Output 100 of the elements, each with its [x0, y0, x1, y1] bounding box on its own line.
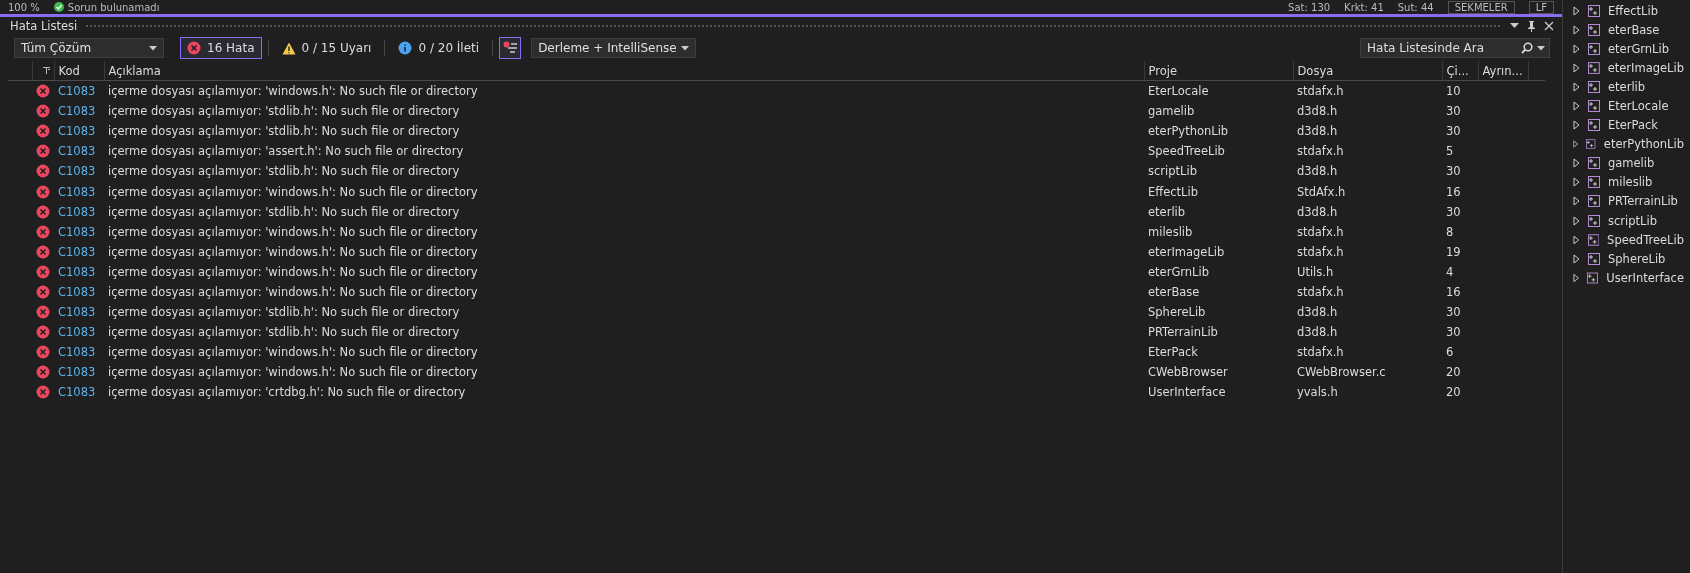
error-icon: [36, 285, 50, 299]
tree-item[interactable]: eterBase: [1563, 20, 1690, 40]
column-header[interactable]: Dosya: [1293, 61, 1442, 81]
tree-item[interactable]: eterlib: [1563, 77, 1690, 97]
error-icon: [36, 224, 50, 239]
table-cell-text: d3d8.h: [1296, 123, 1339, 141]
tree-item[interactable]: mileslib: [1563, 172, 1690, 192]
expand-icon[interactable]: [1573, 43, 1580, 54]
error-code[interactable]: C1083: [54, 181, 104, 202]
column-header[interactable]: Kod: [54, 61, 104, 81]
error-code[interactable]: C1083: [54, 261, 104, 282]
table-cell-text: eterlib: [1147, 203, 1187, 221]
table-cell-text: 30: [1445, 304, 1462, 322]
expand-icon[interactable]: [1573, 196, 1580, 207]
expand-icon[interactable]: [1573, 5, 1580, 16]
tree-item[interactable]: EterLocale: [1563, 96, 1690, 116]
close-icon[interactable]: [1544, 21, 1554, 31]
table-cell-text: gamelib: [1147, 103, 1196, 121]
sort-icon[interactable]: [42, 67, 50, 74]
source-dropdown[interactable]: Derleme + IntelliSense: [531, 38, 697, 58]
tree-item[interactable]: SphereLib: [1563, 249, 1690, 269]
tree-item[interactable]: eterGrnLib: [1563, 39, 1690, 59]
column-header[interactable]: Proje: [1144, 61, 1293, 81]
table-cell-text: eterImageLib: [1147, 243, 1226, 261]
error-icon: [36, 385, 50, 400]
error-code[interactable]: C1083: [54, 342, 104, 363]
tree-item[interactable]: eterImageLib: [1563, 58, 1690, 78]
pin-icon[interactable]: [1527, 20, 1536, 32]
search-icon[interactable]: [1521, 42, 1533, 54]
error-code[interactable]: C1083: [54, 221, 104, 242]
dropdown-icon[interactable]: [1510, 23, 1519, 29]
error-code[interactable]: C1083: [54, 161, 104, 182]
char-indicator: Krkt: 41: [1344, 1, 1384, 13]
warning-filter[interactable]: 0 / 15 Uyarı: [274, 37, 379, 59]
table-cell-text: içerme dosyası açılamıyor: 'windows.h': No such file or directory: [107, 183, 479, 201]
error-code[interactable]: C1083: [54, 382, 104, 403]
indent-mode[interactable]: SEKMELER: [1447, 0, 1515, 14]
tree-item[interactable]: EterPack: [1563, 115, 1690, 135]
table-cell-text: SpeedTreeLib: [1147, 143, 1226, 161]
column-header[interactable]: Açıklama: [104, 61, 1144, 81]
search-field[interactable]: Hata Listesinde Ara: [1360, 38, 1550, 58]
project-icon: [1588, 80, 1600, 93]
tree-item[interactable]: EffectLib: [1563, 1, 1690, 21]
expand-icon[interactable]: [1573, 62, 1580, 73]
expand-icon[interactable]: [1573, 158, 1580, 169]
error-code[interactable]: C1083: [54, 121, 104, 142]
table-cell-text: SphereLib: [1147, 304, 1207, 322]
project-icon: [1587, 61, 1600, 74]
filter-toggle-icon[interactable]: [499, 37, 522, 59]
error-code[interactable]: C1083: [54, 80, 104, 102]
line-ending[interactable]: LF: [1528, 0, 1554, 14]
expand-icon[interactable]: [1573, 177, 1580, 188]
table-cell-text: 19: [1445, 243, 1462, 261]
error-code[interactable]: C1083: [54, 241, 104, 262]
table-cell-text: içerme dosyası açılamıyor: 'windows.h': No such file or directory: [107, 243, 479, 261]
error-code[interactable]: C1083: [54, 322, 104, 343]
tree-item[interactable]: gamelib: [1563, 153, 1690, 173]
expand-icon[interactable]: [1573, 253, 1580, 264]
tree-item[interactable]: scriptLib: [1563, 211, 1690, 231]
error-code[interactable]: C1083: [54, 141, 104, 162]
table-cell-text: 30: [1445, 123, 1462, 141]
table-cell-text: 30: [1445, 103, 1462, 121]
expand-icon[interactable]: [1573, 120, 1580, 131]
table-cell-text: eterPythonLib: [1147, 123, 1230, 141]
error-code[interactable]: C1083: [54, 302, 104, 323]
table-cell-text: içerme dosyası açılamıyor: 'windows.h': No such file or directory: [107, 344, 479, 362]
tree-item[interactable]: PRTerrainLib: [1563, 191, 1690, 212]
expand-icon[interactable]: [1573, 139, 1579, 150]
error-code[interactable]: C1083: [54, 362, 104, 383]
table-cell-text: içerme dosyası açılamıyor: 'crtdbg.h': No such file or directory: [107, 384, 467, 402]
table-cell-text: CWebBrowser: [1147, 364, 1229, 382]
expand-icon[interactable]: [1573, 234, 1580, 245]
project-icon: [1588, 176, 1600, 189]
table-cell-text: yvals.h: [1296, 384, 1339, 402]
project-icon: [1587, 233, 1600, 246]
project-icon: [1588, 42, 1600, 55]
info-filter[interactable]: 0 / 20 İleti: [391, 37, 487, 59]
error-icon: [36, 244, 50, 259]
column-header[interactable]: Ayrın...: [1478, 61, 1528, 81]
table-cell-text: içerme dosyası açılamıyor: 'windows.h': No such file or directory: [107, 223, 479, 241]
error-code[interactable]: C1083: [54, 101, 104, 122]
error-code[interactable]: C1083: [54, 281, 104, 303]
project-icon: [1586, 138, 1596, 151]
expand-icon[interactable]: [1573, 24, 1580, 35]
expand-icon[interactable]: [1573, 81, 1580, 92]
zoom-level[interactable]: 100 %: [8, 1, 40, 13]
expand-icon[interactable]: [1573, 272, 1580, 283]
tree-item[interactable]: eterPythonLib: [1563, 134, 1690, 154]
expand-icon[interactable]: [1573, 101, 1580, 111]
tree-item[interactable]: SpeedTreeLib: [1563, 230, 1690, 250]
table-cell-text: eterGrnLib: [1147, 263, 1210, 281]
error-icon: [187, 41, 201, 55]
error-code[interactable]: C1083: [54, 201, 104, 222]
error-filter[interactable]: 16 Hata: [180, 37, 262, 59]
scope-dropdown[interactable]: Tüm Çözüm: [14, 38, 164, 58]
tree-item[interactable]: UserInterface: [1563, 268, 1690, 288]
table-cell-text: stdafx.h: [1296, 243, 1345, 261]
expand-icon[interactable]: [1573, 215, 1580, 226]
table-cell-text: 16: [1445, 183, 1462, 201]
column-header[interactable]: Çi...: [1442, 61, 1478, 81]
